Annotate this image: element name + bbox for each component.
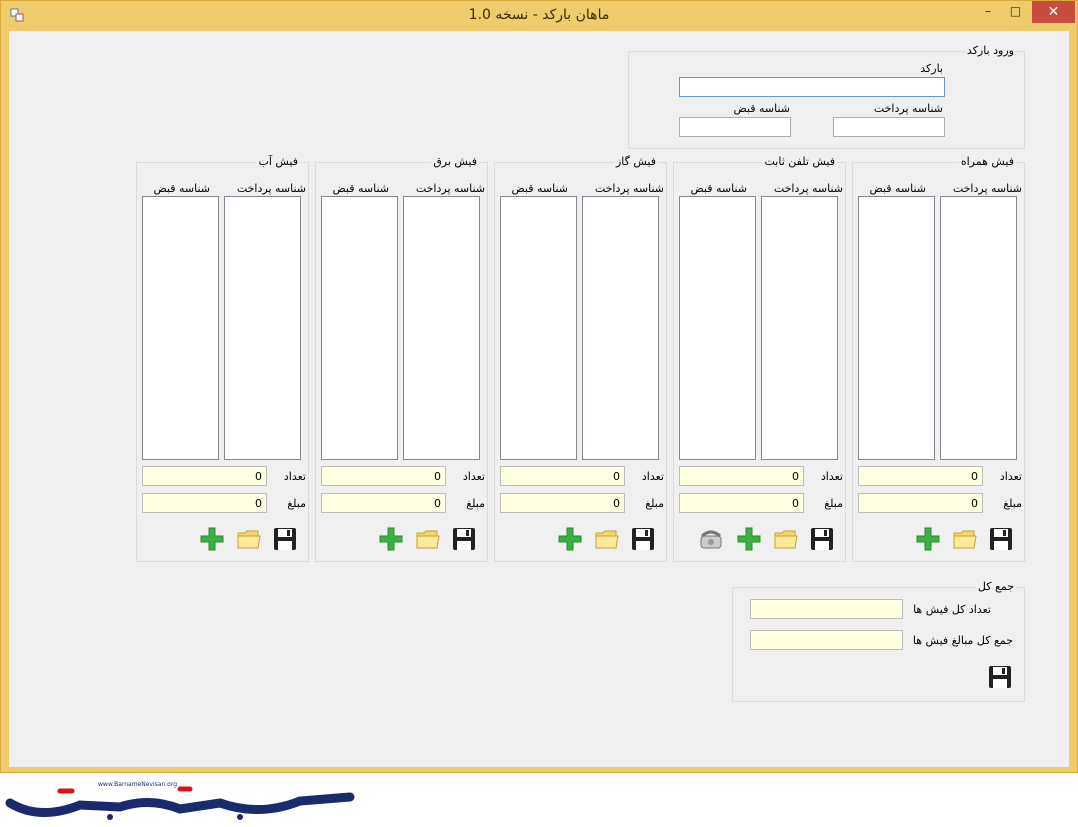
total-amount-label: جمع کل مبالغ فیش ها (912, 634, 1013, 647)
folder-icon[interactable] (773, 526, 799, 552)
logo-url: www.BarnameNevisan.org (98, 781, 177, 788)
window-title: ماهان بارکد - نسخه 1.0 (468, 7, 610, 23)
bill-id-list[interactable] (500, 196, 577, 460)
bill-group-water: فیش آب شناسه پرداخت شناسه قبض تعداد مبلغ (136, 155, 309, 562)
title-bar[interactable]: ماهان بارکد - نسخه 1.0 – □ ✕ (1, 1, 1077, 31)
plus-icon[interactable] (378, 526, 404, 552)
barcode-label: بارکد (920, 62, 943, 75)
save-icon[interactable] (630, 526, 656, 552)
save-icon[interactable] (272, 526, 298, 552)
payment-id-list[interactable] (761, 196, 838, 460)
bill-id-column-label: شناسه قبض (690, 182, 747, 195)
total-count-label: تعداد کل فیش ها (913, 603, 991, 616)
amount-field (679, 493, 804, 513)
bill-id-list[interactable] (321, 196, 398, 460)
bill-group-title: فیش گاز (614, 155, 658, 169)
payment-id-input[interactable] (833, 117, 945, 137)
payment-id-list[interactable] (403, 196, 480, 460)
amount-field (500, 493, 625, 513)
plus-icon[interactable] (199, 526, 225, 552)
amount-label: مبلغ (466, 497, 485, 510)
totals-title: جمع کل (975, 580, 1016, 594)
bill-id-column-label: شناسه قبض (153, 182, 210, 195)
barcode-entry-group: ورود بارکد بارکد شناسه پرداخت شناسه قبض (628, 44, 1025, 149)
close-button[interactable]: ✕ (1032, 1, 1075, 23)
total-amount-field (750, 630, 903, 650)
amount-field (858, 493, 983, 513)
maximize-button[interactable]: □ (1002, 1, 1029, 23)
amount-label: مبلغ (287, 497, 306, 510)
bill-group-gas: فیش گاز شناسه پرداخت شناسه قبض تعداد مبلغ (494, 155, 667, 562)
save-icon[interactable] (451, 526, 477, 552)
bill-id-list[interactable] (679, 196, 756, 460)
barcode-input[interactable] (679, 77, 945, 97)
bill-group-electricity: فیش برق شناسه پرداخت شناسه قبض تعداد مبلغ (315, 155, 488, 562)
save-icon[interactable] (987, 664, 1013, 690)
telephone-icon[interactable] (698, 526, 724, 552)
plus-icon[interactable] (557, 526, 583, 552)
amount-label: مبلغ (1003, 497, 1022, 510)
bill-id-input[interactable] (679, 117, 791, 137)
save-icon[interactable] (809, 526, 835, 552)
minimize-button[interactable]: – (974, 1, 1002, 23)
bill-group-title: فیش آب (256, 155, 300, 169)
amount-field (321, 493, 446, 513)
bill-group-landline: فیش تلفن ثابت شناسه پرداخت شناسه قبض تعداد م… (673, 155, 846, 562)
bill-id-column-label: شناسه قبض (869, 182, 926, 195)
folder-icon[interactable] (594, 526, 620, 552)
count-label: تعداد (999, 470, 1022, 483)
payment-id-column-label: شناسه پرداخت (594, 182, 664, 195)
payment-id-column-label: شناسه پرداخت (952, 182, 1022, 195)
bill-group-mobile: فیش همراه شناسه پرداخت شناسه قبض تعداد مبلغ (852, 155, 1025, 562)
payment-id-column-label: شناسه پرداخت (773, 182, 843, 195)
client-area: ورود بارکد بارکد شناسه پرداخت شناسه قبض … (9, 31, 1069, 767)
count-field (321, 466, 446, 486)
count-label: تعداد (820, 470, 843, 483)
amount-field (142, 493, 267, 513)
totals-group: جمع کل تعداد کل فیش ها جمع کل مبالغ فیش … (732, 580, 1025, 702)
watermark-logo: www.BarnameNevisan.org (0, 773, 1078, 824)
folder-icon[interactable] (415, 526, 441, 552)
payment-id-label: شناسه پرداخت (873, 102, 943, 115)
bill-group-title: فیش برق (431, 155, 479, 169)
count-label: تعداد (462, 470, 485, 483)
logo-graphic: www.BarnameNevisan.org (5, 781, 355, 820)
bill-id-list[interactable] (142, 196, 219, 460)
bill-id-list[interactable] (858, 196, 935, 460)
total-count-field (750, 599, 903, 619)
payment-id-column-label: شناسه پرداخت (236, 182, 306, 195)
folder-icon[interactable] (236, 526, 262, 552)
payment-id-list[interactable] (582, 196, 659, 460)
barcode-entry-title: ورود بارکد (964, 44, 1016, 58)
payment-id-column-label: شناسه پرداخت (415, 182, 485, 195)
plus-icon[interactable] (915, 526, 941, 552)
folder-icon[interactable] (952, 526, 978, 552)
plus-icon[interactable] (736, 526, 762, 552)
payment-id-list[interactable] (940, 196, 1017, 460)
bill-id-label: شناسه قبض (733, 102, 790, 115)
bill-id-column-label: شناسه قبض (332, 182, 389, 195)
app-window: ماهان بارکد - نسخه 1.0 – □ ✕ ورود بارکد … (0, 0, 1078, 773)
payment-id-list[interactable] (224, 196, 301, 460)
count-label: تعداد (641, 470, 664, 483)
bill-group-title: فیش همراه (958, 155, 1016, 169)
count-label: تعداد (283, 470, 306, 483)
count-field (679, 466, 804, 486)
amount-label: مبلغ (645, 497, 664, 510)
count-field (142, 466, 267, 486)
count-field (858, 466, 983, 486)
bill-group-title: فیش تلفن ثابت (762, 155, 837, 169)
amount-label: مبلغ (824, 497, 843, 510)
save-icon[interactable] (988, 526, 1014, 552)
bill-id-column-label: شناسه قبض (511, 182, 568, 195)
count-field (500, 466, 625, 486)
